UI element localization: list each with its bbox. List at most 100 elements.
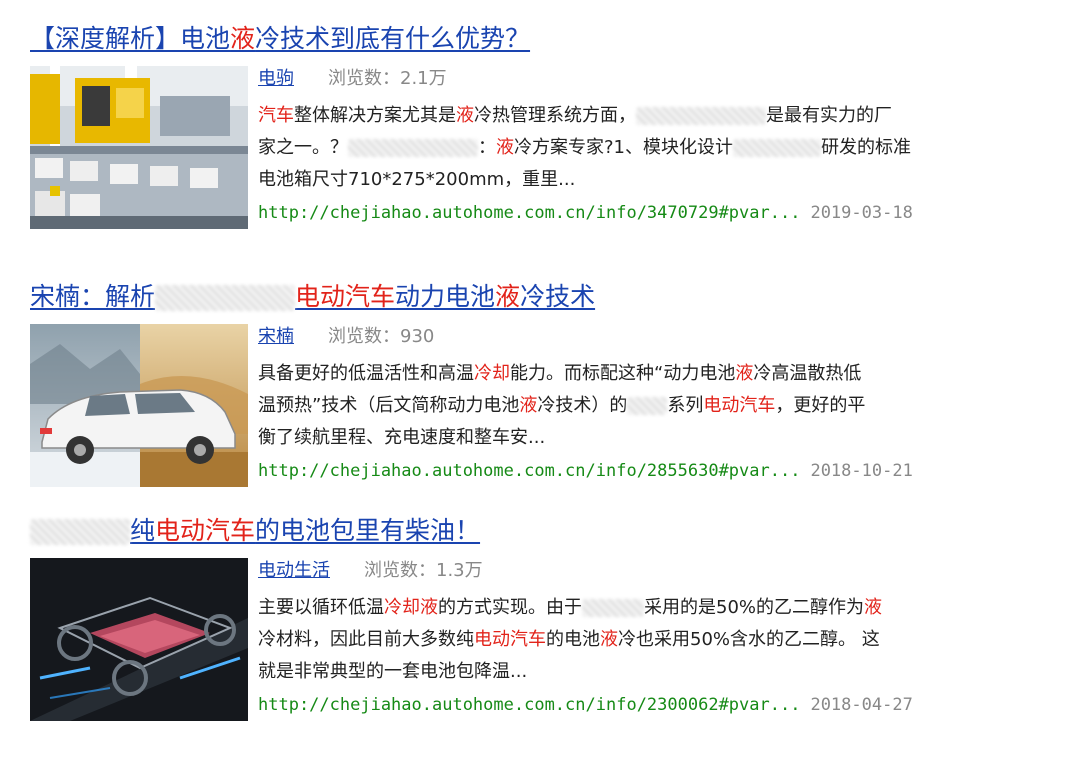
text-segment: 冷也采用50%含水的乙二醇。 这 <box>618 629 880 650</box>
text-segment: 动力电池 <box>395 282 496 311</box>
result-footer: http://chejiahao.autohome.com.cn/info/23… <box>258 692 998 718</box>
view-count-label: 浏览数： <box>328 326 400 347</box>
text-segment: 的电池 <box>546 629 600 650</box>
snippet-line: 衡了续航里程、充电速度和整车安... <box>258 422 998 454</box>
text-segment: 就是非常典型的一套电池包降温... <box>258 661 528 682</box>
text-segment: 整体解决方案尤其是 <box>294 105 456 126</box>
result-meta: 电驹 浏览数：2.1万 <box>258 66 998 92</box>
text-segment: 冷技术到底有什么优势？ <box>255 24 531 53</box>
snippet-line: 家之一。？ ：液冷方案专家?1、模块化设计 研发的标准 <box>258 132 998 164</box>
view-count-value: 930 <box>400 326 435 347</box>
highlighted-keyword: 液 <box>735 363 754 384</box>
view-count: 浏览数：2.1万 <box>328 68 447 89</box>
text-segment: 冷技术）的 <box>537 395 628 416</box>
snippet-line: 冷材料，因此目前大多数纯电动汽车的电池液冷也采用50%含水的乙二醇。 这 <box>258 624 998 656</box>
result-thumbnail[interactable] <box>30 558 248 721</box>
text-segment: 纯 <box>130 516 156 545</box>
search-result: 纯电动汽车的电池包里有柴油！ 电动生活 浏览数：1.3万 主要以循环低温冷却液的方… <box>30 514 1030 721</box>
result-snippet: 具备更好的低温活性和高温冷却能力。而标配这种“动力电池液冷高温散热低 温预热”技术… <box>258 358 998 454</box>
text-segment: 家之一。？ <box>258 137 348 158</box>
result-info: 电动生活 浏览数：1.3万 主要以循环低温冷却液的方式实现。由于 采用的是50%的乙… <box>258 558 998 718</box>
text-segment: 冷技术 <box>520 282 596 311</box>
text-segment: 冷材料，因此目前大多数纯 <box>258 629 474 650</box>
view-count-label: 浏览数： <box>328 68 400 89</box>
search-result: 【深度解析】电池液冷技术到底有什么优势？ 电驹 浏览数：2.1万 汽车整体解决方… <box>30 22 1030 229</box>
result-footer: http://chejiahao.autohome.com.cn/info/28… <box>258 458 998 484</box>
text-segment: 是最有实力的厂 <box>766 105 892 126</box>
result-date: 2018-04-27 <box>810 695 913 715</box>
text-segment: 研发的标准 <box>821 137 912 158</box>
snippet-line: 具备更好的低温活性和高温冷却能力。而标配这种“动力电池液冷高温散热低 <box>258 358 998 390</box>
highlighted-keyword: 液 <box>519 395 538 416</box>
result-footer: http://chejiahao.autohome.com.cn/info/34… <box>258 200 998 226</box>
text-segment: 宋楠：解析 <box>30 282 156 311</box>
search-result: 宋楠：解析 电动汽车动力电池液冷技术 宋楠 浏览数：930 具备更好的低温活性和… <box>30 280 1030 487</box>
text-segment: 衡了续航里程、充电速度和整车安... <box>258 427 546 448</box>
view-count-value: 1.3万 <box>436 560 483 581</box>
text-segment: 冷高温散热低 <box>753 363 862 384</box>
battery-chassis-image <box>30 558 248 721</box>
view-count-value: 2.1万 <box>400 68 447 89</box>
highlighted-keyword: 电动汽车 <box>295 282 396 311</box>
snippet-line: 主要以循环低温冷却液的方式实现。由于 采用的是50%的乙二醇作为液 <box>258 592 998 624</box>
text-segment: 能力。而标配这种“动力电池 <box>510 363 736 384</box>
result-snippet: 主要以循环低温冷却液的方式实现。由于 采用的是50%的乙二醇作为液 冷材料，因此目前… <box>258 592 998 688</box>
text-segment: 的方式实现。由于 <box>438 597 582 618</box>
redacted-text <box>30 518 130 546</box>
redacted-text <box>348 138 478 158</box>
result-title-link[interactable]: 纯电动汽车的电池包里有柴油！ <box>30 514 1030 548</box>
view-count-label: 浏览数： <box>364 560 436 581</box>
highlighted-keyword: 电动汽车 <box>703 395 776 416</box>
highlighted-keyword: 液 <box>600 629 618 650</box>
text-segment: 冷热管理系统方面， <box>474 105 636 126</box>
highlighted-keyword: 电动汽车 <box>474 629 546 650</box>
redacted-text <box>155 284 296 312</box>
highlighted-keyword: 液 <box>456 105 474 126</box>
view-count: 浏览数：930 <box>328 326 434 347</box>
result-info: 电驹 浏览数：2.1万 汽车整体解决方案尤其是液冷热管理系统方面， 是最有实力的厂家… <box>258 66 998 226</box>
author-link[interactable]: 电动生活 <box>258 560 330 581</box>
text-segment: 主要以循环低温 <box>258 597 384 618</box>
result-title-link[interactable]: 宋楠：解析 电动汽车动力电池液冷技术 <box>30 280 1030 314</box>
text-segment: 电池箱尺寸710*275*200mm，重里... <box>258 169 576 190</box>
result-meta: 宋楠 浏览数：930 <box>258 324 998 350</box>
snippet-line: 汽车整体解决方案尤其是液冷热管理系统方面， 是最有实力的厂 <box>258 100 998 132</box>
redacted-text <box>733 138 822 158</box>
result-title-link[interactable]: 【深度解析】电池液冷技术到底有什么优势？ <box>30 22 1030 56</box>
redacted-text <box>582 598 644 618</box>
author-link[interactable]: 宋楠 <box>258 326 294 347</box>
text-segment: ： <box>478 137 496 158</box>
redacted-text <box>627 396 668 416</box>
snippet-line: 电池箱尺寸710*275*200mm，重里... <box>258 164 998 196</box>
result-date: 2018-10-21 <box>810 461 913 481</box>
highlighted-keyword: 液 <box>495 282 521 311</box>
text-segment: 冷方案专家?1、模块化设计 <box>514 137 734 158</box>
result-info: 宋楠 浏览数：930 具备更好的低温活性和高温冷却能力。而标配这种“动力电池液冷高… <box>258 324 998 484</box>
snippet-line: 就是非常典型的一套电池包降温... <box>258 656 998 688</box>
text-segment: 采用的是50%的乙二醇作为 <box>644 597 865 618</box>
highlighted-keyword: 液 <box>230 24 256 53</box>
highlighted-keyword: 汽车 <box>258 105 294 126</box>
author-link[interactable]: 电驹 <box>258 68 294 89</box>
result-date: 2019-03-18 <box>810 203 913 223</box>
redacted-text <box>636 106 766 126</box>
battery-factory-image <box>30 66 248 229</box>
car-hot-cold-image <box>30 324 248 487</box>
highlighted-keyword: 冷却液 <box>384 597 438 618</box>
result-url-link[interactable]: http://chejiahao.autohome.com.cn/info/23… <box>258 695 800 715</box>
result-meta: 电动生活 浏览数：1.3万 <box>258 558 998 584</box>
result-url-link[interactable]: http://chejiahao.autohome.com.cn/info/28… <box>258 461 800 481</box>
highlighted-keyword: 冷却 <box>474 363 510 384</box>
highlighted-keyword: 液 <box>864 597 883 618</box>
text-segment: 的电池包里有柴油！ <box>255 516 481 545</box>
result-url-link[interactable]: http://chejiahao.autohome.com.cn/info/34… <box>258 203 800 223</box>
highlighted-keyword: 液 <box>496 137 514 158</box>
result-thumbnail[interactable] <box>30 66 248 229</box>
result-thumbnail[interactable] <box>30 324 248 487</box>
text-segment: ，更好的平 <box>775 395 866 416</box>
result-snippet: 汽车整体解决方案尤其是液冷热管理系统方面， 是最有实力的厂 家之一。？ ：液冷方案专家… <box>258 100 998 196</box>
view-count: 浏览数：1.3万 <box>364 560 483 581</box>
snippet-line: 温预热”技术（后文简称动力电池液冷技术）的 系列电动汽车，更好的平 <box>258 390 998 422</box>
text-segment: 系列 <box>667 395 704 416</box>
text-segment: 温预热”技术（后文简称动力电池 <box>258 395 520 416</box>
